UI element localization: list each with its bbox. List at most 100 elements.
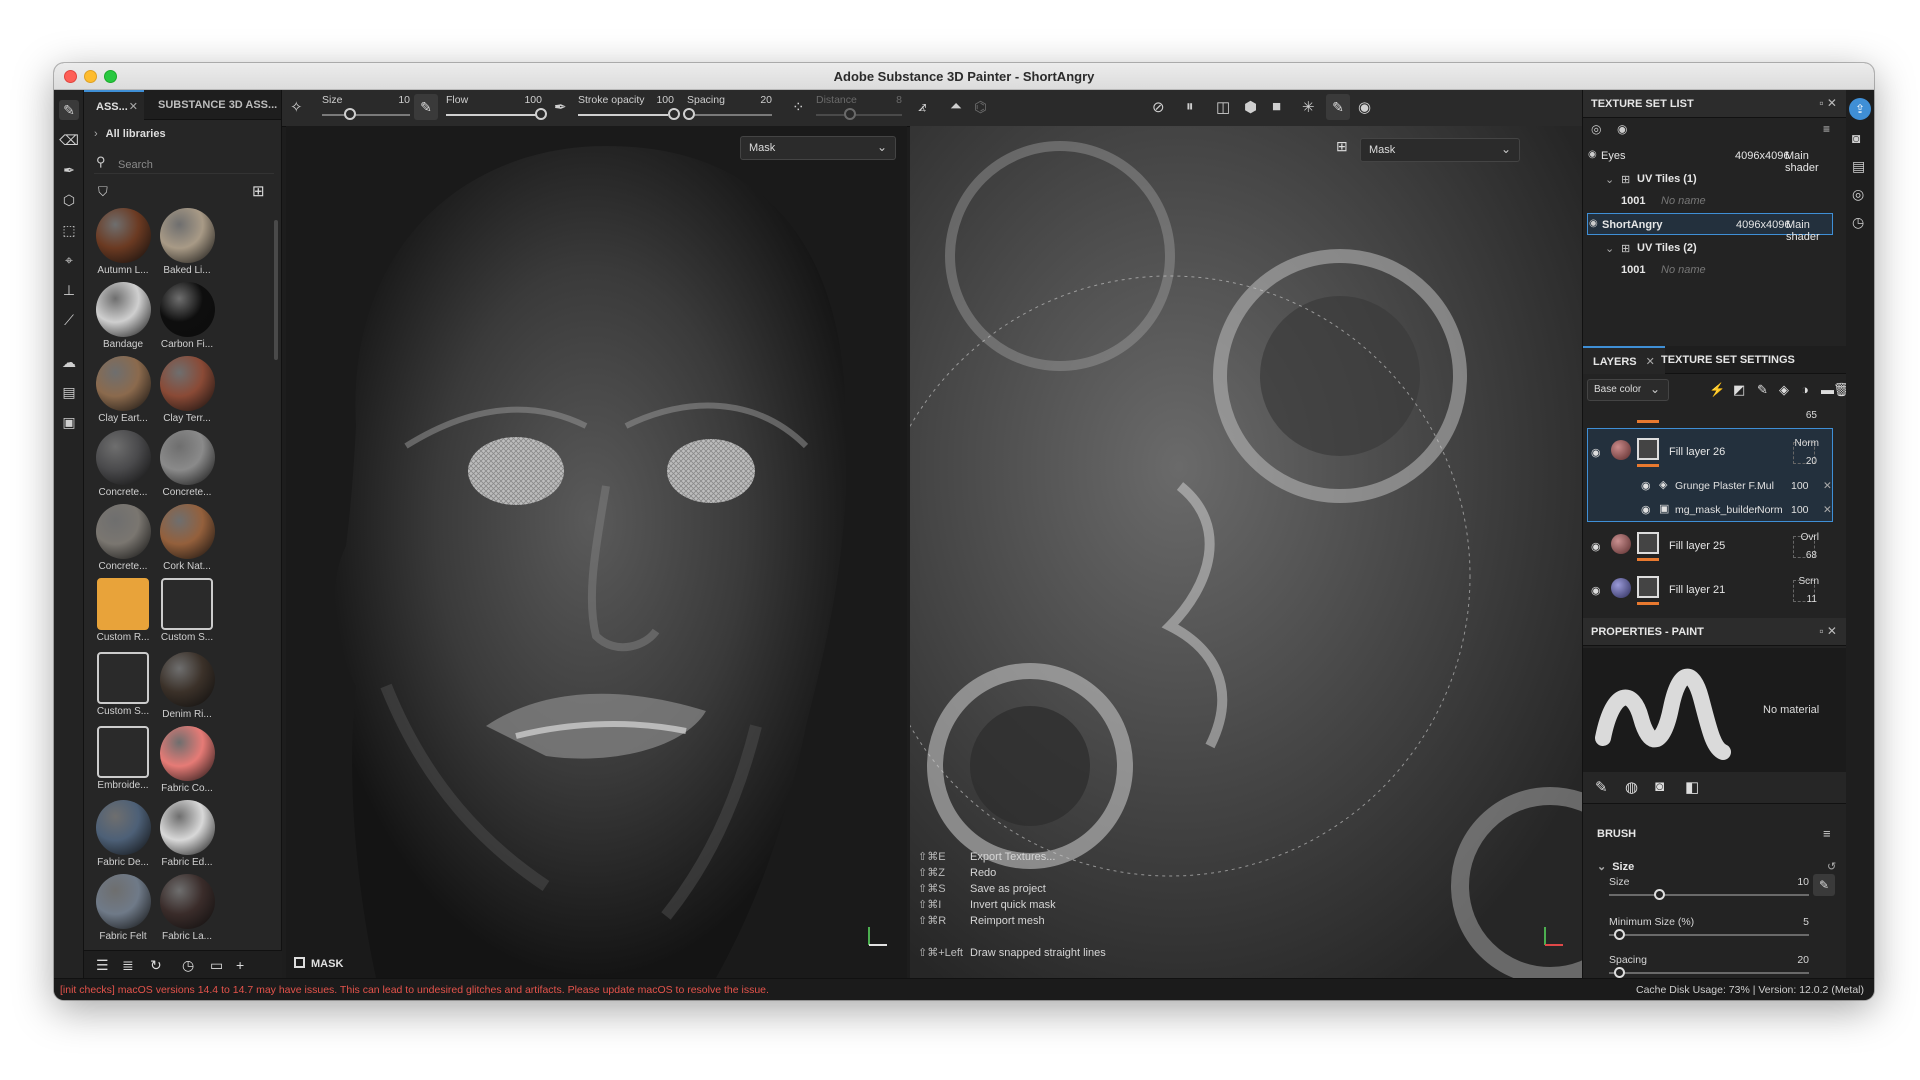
paint-brush-icon[interactable]: ✎ bbox=[59, 100, 79, 120]
close-icon[interactable]: ✕ bbox=[1823, 480, 1832, 492]
eye-icon[interactable]: ◉ bbox=[1617, 122, 1627, 136]
add-effect-icon[interactable]: ⚡ bbox=[1709, 382, 1725, 398]
spacing-slider-knob[interactable] bbox=[683, 108, 695, 120]
pen-pressure-icon[interactable]: ✎ bbox=[1813, 874, 1835, 896]
iray-icon[interactable]: ✳ bbox=[1302, 98, 1315, 116]
tab-layers[interactable]: LAYERS ✕ bbox=[1583, 346, 1665, 374]
spacing-slider-track[interactable] bbox=[1609, 972, 1809, 974]
min-size-slider[interactable]: Minimum Size (%) 5 bbox=[1609, 916, 1829, 940]
flow-slider-knob[interactable] bbox=[535, 108, 547, 120]
asset-tile[interactable]: Custom S... bbox=[92, 652, 154, 726]
asset-tile[interactable]: Clay Terr... bbox=[156, 356, 218, 430]
hide-icon[interactable]: ⊘ bbox=[1152, 98, 1165, 116]
effect-blend[interactable]: Norm bbox=[1757, 504, 1783, 516]
uv-tile-item[interactable]: 1001 No name bbox=[1587, 190, 1833, 212]
layer-opacity[interactable]: 20 bbox=[1806, 456, 1817, 467]
path-icon[interactable]: ▤ bbox=[59, 382, 79, 402]
layer-row[interactable]: ◉ Fill layer 25 Ovrl 68 bbox=[1587, 526, 1833, 570]
asset-tile[interactable]: Embroide... bbox=[92, 726, 154, 800]
search-input[interactable]: ⚲ Search bbox=[94, 154, 274, 174]
texture-set-shortangry[interactable]: ◉ ShortAngry 4096x4096 Main shader bbox=[1587, 213, 1833, 243]
assets-scrollbar[interactable] bbox=[274, 220, 278, 360]
bake-icon[interactable]: ☁ bbox=[59, 352, 79, 372]
display-settings-icon[interactable]: ◙ bbox=[1852, 130, 1860, 146]
size-slider-track[interactable] bbox=[322, 114, 410, 116]
viewport-3d[interactable]: Mask ⌄ MASK bbox=[286, 126, 907, 978]
size-section[interactable]: ⌄ Size bbox=[1597, 860, 1634, 873]
paint-mode-icon[interactable]: ✎ bbox=[1326, 94, 1350, 120]
asset-tile[interactable]: Carbon Fi... bbox=[156, 282, 218, 356]
visibility-filter-icon[interactable]: ◎ bbox=[1591, 122, 1601, 136]
symmetry-icon[interactable]: ⏶ bbox=[950, 98, 962, 115]
effect-opacity[interactable]: 100 bbox=[1791, 504, 1809, 516]
texture-set-eyes[interactable]: ◉ Eyes 4096x4096 Main shader bbox=[1587, 145, 1833, 174]
brush-preset-icon[interactable]: ✧ bbox=[290, 98, 303, 116]
asset-tile[interactable]: Concrete... bbox=[92, 430, 154, 504]
gradient-tab-icon[interactable]: ◧ bbox=[1685, 778, 1699, 796]
brush-tab-icon[interactable]: ✎ bbox=[1595, 778, 1608, 796]
close-icon[interactable]: ✕ bbox=[129, 92, 138, 122]
min-size-track[interactable] bbox=[1609, 934, 1809, 936]
asset-tile[interactable]: Custom S... bbox=[156, 578, 218, 652]
layer-opacity[interactable]: 68 bbox=[1806, 550, 1817, 561]
asset-tile[interactable]: Fabric Co... bbox=[156, 726, 218, 800]
share-icon[interactable]: ⇪ bbox=[1849, 98, 1871, 120]
screenshot-icon[interactable]: ◉ bbox=[1358, 98, 1371, 116]
layer-row[interactable]: ◉ Fill layer 26 Norm 20 bbox=[1587, 432, 1833, 476]
eye-icon[interactable]: ◉ bbox=[1641, 503, 1651, 516]
history-icon[interactable]: ◷ bbox=[1852, 214, 1864, 231]
asset-tile[interactable]: Cork Nat... bbox=[156, 504, 218, 578]
grid-view-icon[interactable]: ⊞ bbox=[252, 182, 265, 200]
asset-tile[interactable]: Custom R... bbox=[92, 578, 154, 652]
min-size-knob[interactable] bbox=[1614, 929, 1625, 940]
asset-tile[interactable]: Bandage bbox=[92, 282, 154, 356]
geometry-mask-icon[interactable]: ⬡ bbox=[59, 190, 79, 210]
eye-icon[interactable]: ◉ bbox=[1591, 584, 1601, 597]
asset-tile[interactable]: Clay Eart... bbox=[92, 356, 154, 430]
eye-icon[interactable]: ◉ bbox=[1591, 540, 1601, 553]
list-view-icon[interactable]: ☰ bbox=[96, 957, 109, 974]
effect-row[interactable]: ◉ ◈ Grunge Plaster F... Mul 100 ✕ bbox=[1587, 474, 1833, 498]
asset-tile[interactable]: Fabric De... bbox=[92, 800, 154, 874]
spacing-slider-track[interactable] bbox=[687, 114, 772, 116]
split-view-icon[interactable]: ◫ bbox=[1216, 98, 1230, 116]
lazy-mouse-icon[interactable]: ⁘ bbox=[792, 98, 805, 116]
layer-blend-mode[interactable]: Scrn bbox=[1798, 576, 1819, 587]
filter-icon[interactable]: ⛉ bbox=[98, 184, 108, 200]
camera-video-icon[interactable]: ■ bbox=[1272, 98, 1281, 115]
layer-mask-thumb[interactable] bbox=[1637, 532, 1659, 554]
menu-icon[interactable]: ≡ bbox=[1823, 122, 1830, 136]
panel-controls-icon[interactable]: ▫ ✕ bbox=[1819, 96, 1837, 110]
spacing-slider[interactable]: Spacing 20 bbox=[1609, 954, 1829, 978]
tree-view-icon[interactable]: ≣ bbox=[122, 957, 134, 974]
clone-stamp-icon[interactable]: ⊥ bbox=[59, 280, 79, 300]
measure-icon[interactable]: ▣ bbox=[59, 412, 79, 432]
folder-icon[interactable]: ▭ bbox=[210, 957, 223, 974]
pause-icon[interactable]: ⏸ bbox=[1186, 98, 1194, 115]
eraser-icon[interactable]: ⌫ bbox=[59, 130, 79, 150]
layer-mask-thumb[interactable] bbox=[1637, 576, 1659, 598]
asset-tile[interactable]: Autumn L... bbox=[92, 208, 154, 282]
close-icon[interactable]: ✕ bbox=[1823, 504, 1832, 516]
mask-checkbox[interactable] bbox=[294, 957, 305, 968]
asset-tile[interactable]: Denim Ri... bbox=[156, 652, 218, 726]
panel-controls-icon[interactable]: ▫ ✕ bbox=[1819, 624, 1837, 638]
asset-tile[interactable]: Fabric Felt bbox=[92, 874, 154, 948]
asset-tile[interactable]: Fabric Ed... bbox=[156, 800, 218, 874]
log-icon[interactable]: ▤ bbox=[1852, 158, 1865, 175]
mask-dropdown-2d[interactable]: Mask ⌄ bbox=[1360, 138, 1520, 162]
material-tab-icon[interactable]: ◍ bbox=[1625, 778, 1638, 796]
asset-tile[interactable]: Concrete... bbox=[92, 504, 154, 578]
viewport-2d[interactable]: ⊞ Mask ⌄ ⇧⌘E Export Textures... ⇧⌘Z Redo ⇧⌘S… bbox=[910, 126, 1582, 978]
channel-dropdown[interactable]: Base color ⌄ bbox=[1587, 379, 1669, 401]
layer-mask-thumb[interactable] bbox=[1637, 438, 1659, 460]
color-picker-icon[interactable]: ⟋ bbox=[59, 310, 79, 330]
eye-icon[interactable]: ◉ bbox=[1588, 149, 1597, 160]
add-icon[interactable]: + bbox=[236, 957, 244, 973]
uv-tile-item[interactable]: 1001 No name bbox=[1587, 259, 1833, 273]
menu-icon[interactable]: ≡ bbox=[1823, 826, 1831, 841]
angle-icon[interactable]: ⦨ bbox=[918, 98, 926, 115]
uv-tiles-row[interactable]: ⌄ ⊞ UV Tiles (1) bbox=[1587, 168, 1833, 190]
eye-icon[interactable]: ◉ bbox=[1591, 446, 1601, 459]
asset-tile[interactable]: Fabric La... bbox=[156, 874, 218, 948]
